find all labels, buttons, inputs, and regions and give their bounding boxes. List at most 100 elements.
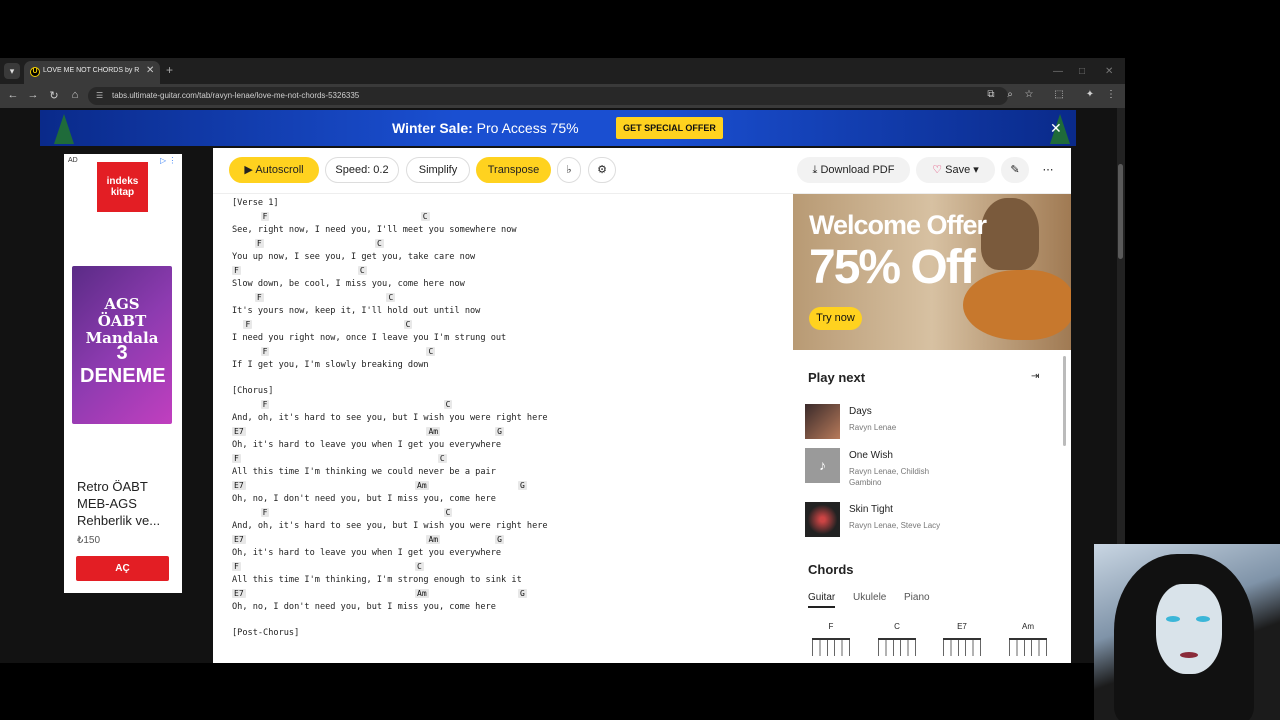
ad-book-image: AGS ÖABT Mandala 3 DENEME: [72, 266, 172, 424]
play-next-song[interactable]: ♪ One Wish Ravyn Lenae, Childish Gambino: [805, 448, 1065, 488]
chord-label[interactable]: G: [495, 535, 504, 544]
save-button[interactable]: ♡ Save ▾: [916, 157, 995, 183]
forward-icon[interactable]: →: [26, 89, 40, 101]
site-info-icon[interactable]: ☰: [96, 91, 106, 101]
song-artist: Ravyn Lenae, Steve Lacy: [849, 521, 941, 530]
chord-label[interactable]: F: [232, 562, 241, 571]
chord-label[interactable]: C: [415, 562, 424, 571]
chord-label[interactable]: C: [420, 212, 430, 221]
chord-label[interactable]: F: [260, 347, 270, 356]
chord-label[interactable]: C: [443, 400, 453, 409]
lyric-line: If I get you, I'm slowly breaking down: [232, 360, 429, 370]
chord-label[interactable]: E7: [232, 481, 246, 490]
tab-guitar[interactable]: Guitar: [808, 592, 836, 608]
close-tab-icon[interactable]: ✕: [146, 65, 154, 76]
metronome-icon[interactable]: ♭: [557, 157, 581, 183]
chord-label[interactable]: E7: [232, 427, 246, 436]
chord-diagram-e7[interactable]: E7: [940, 622, 984, 662]
chord-label[interactable]: Am: [426, 427, 441, 436]
chord-label[interactable]: F: [243, 320, 253, 329]
chord-diagram-c[interactable]: C: [875, 622, 919, 662]
tab-search-icon[interactable]: ▾: [4, 63, 20, 79]
chord-label[interactable]: F: [254, 239, 264, 248]
chord-label[interactable]: C: [375, 239, 384, 248]
webcam-face: [1156, 584, 1222, 674]
sidebar-ad[interactable]: AD ▷ ⋮ indeks kitap AGS ÖABT Mandala 3 D…: [64, 154, 182, 593]
winter-sale-banner[interactable]: Winter Sale: Pro Access 75% GET SPECIAL …: [40, 110, 1076, 146]
heart-icon: ♡: [932, 164, 946, 176]
settings-icon[interactable]: ⚙: [588, 157, 616, 183]
collapse-panel-icon[interactable]: ⇥: [1031, 371, 1039, 382]
try-now-button[interactable]: Try now: [809, 307, 862, 330]
chord-label[interactable]: F: [254, 293, 264, 302]
chord-label[interactable]: Am: [426, 535, 441, 544]
chord-label[interactable]: G: [495, 427, 504, 436]
simplify-button[interactable]: Simplify: [406, 157, 470, 183]
chord-name: C: [894, 622, 900, 631]
transpose-button[interactable]: Transpose: [476, 157, 551, 183]
webcam-eye: [1196, 616, 1210, 622]
ad-choices-icon[interactable]: ▷ ⋮: [160, 156, 176, 165]
chord-label[interactable]: Am: [415, 589, 429, 598]
welcome-offer-ad[interactable]: Welcome Offer 75% Off Try now: [793, 194, 1071, 350]
close-window-icon[interactable]: ✕: [1105, 66, 1113, 77]
ad-label: AD: [68, 157, 78, 164]
reload-icon[interactable]: ↻: [47, 89, 61, 102]
lyric-line: Oh, it's hard to leave you when I get yo…: [232, 548, 502, 558]
minimize-icon[interactable]: —: [1053, 66, 1063, 77]
chord-label[interactable]: C: [403, 320, 413, 329]
tab-ukulele[interactable]: Ukulele: [853, 592, 886, 603]
tab-piano[interactable]: Piano: [904, 592, 930, 603]
play-next-song[interactable]: Days Ravyn Lenae: [805, 404, 1065, 444]
chord-label[interactable]: C: [426, 347, 436, 356]
chord-label[interactable]: F: [232, 266, 241, 275]
home-icon[interactable]: ⌂: [68, 89, 82, 101]
back-icon[interactable]: ←: [6, 89, 20, 101]
play-next-song[interactable]: Skin Tight Ravyn Lenae, Steve Lacy: [805, 502, 1065, 542]
ad-product-name: Retro ÖABT MEB-AGS Rehberlik ve...: [77, 479, 161, 528]
profile-icon[interactable]: ✦: [1083, 89, 1097, 100]
chord-label[interactable]: C: [386, 293, 396, 302]
chord-label[interactable]: F: [260, 400, 270, 409]
browser-tab[interactable]: U LOVE ME NOT CHORDS by Ravyn ✕: [24, 61, 160, 84]
chord-label[interactable]: F: [260, 508, 270, 517]
new-tab-icon[interactable]: +: [166, 64, 173, 76]
more-options-icon[interactable]: ⋯: [1035, 157, 1061, 183]
web-page: Winter Sale: Pro Access 75% GET SPECIAL …: [0, 108, 1117, 663]
music-note-icon: ♪: [805, 448, 840, 483]
address-bar[interactable]: ☰ tabs.ultimate-guitar.com/tab/ravyn-len…: [88, 87, 1008, 105]
chord-label[interactable]: Am: [415, 481, 429, 490]
chord-sheet: [Verse 1] F C See, right now, I need you, I…: [213, 194, 793, 663]
scrollbar-thumb[interactable]: [1118, 164, 1123, 259]
chord-label[interactable]: E7: [232, 589, 246, 598]
song-artist: Ravyn Lenae, Childish Gambino: [849, 467, 930, 487]
close-banner-icon[interactable]: ✕: [1050, 120, 1062, 137]
ad-open-button[interactable]: AÇ: [76, 556, 169, 581]
banner-text: Winter Sale: Pro Access 75%: [392, 120, 579, 136]
menu-icon[interactable]: ⋮: [1104, 89, 1118, 100]
chord-label[interactable]: E7: [232, 535, 246, 544]
chord-diagram-am[interactable]: Am: [1006, 622, 1050, 662]
maximize-icon[interactable]: □: [1079, 66, 1085, 77]
screen: ▾ U LOVE ME NOT CHORDS by Ravyn ✕ + — □ …: [0, 0, 1280, 720]
edit-icon[interactable]: ✎: [1001, 157, 1029, 183]
autoscroll-button[interactable]: ▶ Autoscroll: [229, 157, 319, 183]
get-special-offer-button[interactable]: GET SPECIAL OFFER: [616, 117, 723, 139]
extensions-icon[interactable]: ⬚: [1052, 89, 1066, 100]
fretboard: [1009, 638, 1047, 656]
bookmark-star-icon[interactable]: ☆: [1022, 89, 1036, 100]
speed-button[interactable]: Speed: 0.2: [325, 157, 399, 183]
chord-label[interactable]: G: [518, 481, 527, 490]
chord-label[interactable]: F: [260, 212, 270, 221]
chord-diagram-f[interactable]: F: [809, 622, 853, 662]
chord-label[interactable]: G: [518, 589, 527, 598]
chord-label[interactable]: F: [232, 454, 241, 463]
lyric-line: All this time I'm thinking we could neve…: [232, 467, 496, 477]
download-pdf-button[interactable]: ⤓ Download PDF: [797, 157, 910, 183]
browser-toolbar: ← → ↻ ⌂ ☰ tabs.ultimate-guitar.com/tab/r…: [0, 84, 1125, 108]
zoom-icon[interactable]: ⌕: [1003, 89, 1017, 100]
chord-label[interactable]: C: [437, 454, 447, 463]
chord-label[interactable]: C: [357, 266, 367, 275]
chord-label[interactable]: C: [443, 508, 453, 517]
install-app-icon[interactable]: ⧉: [984, 89, 998, 100]
